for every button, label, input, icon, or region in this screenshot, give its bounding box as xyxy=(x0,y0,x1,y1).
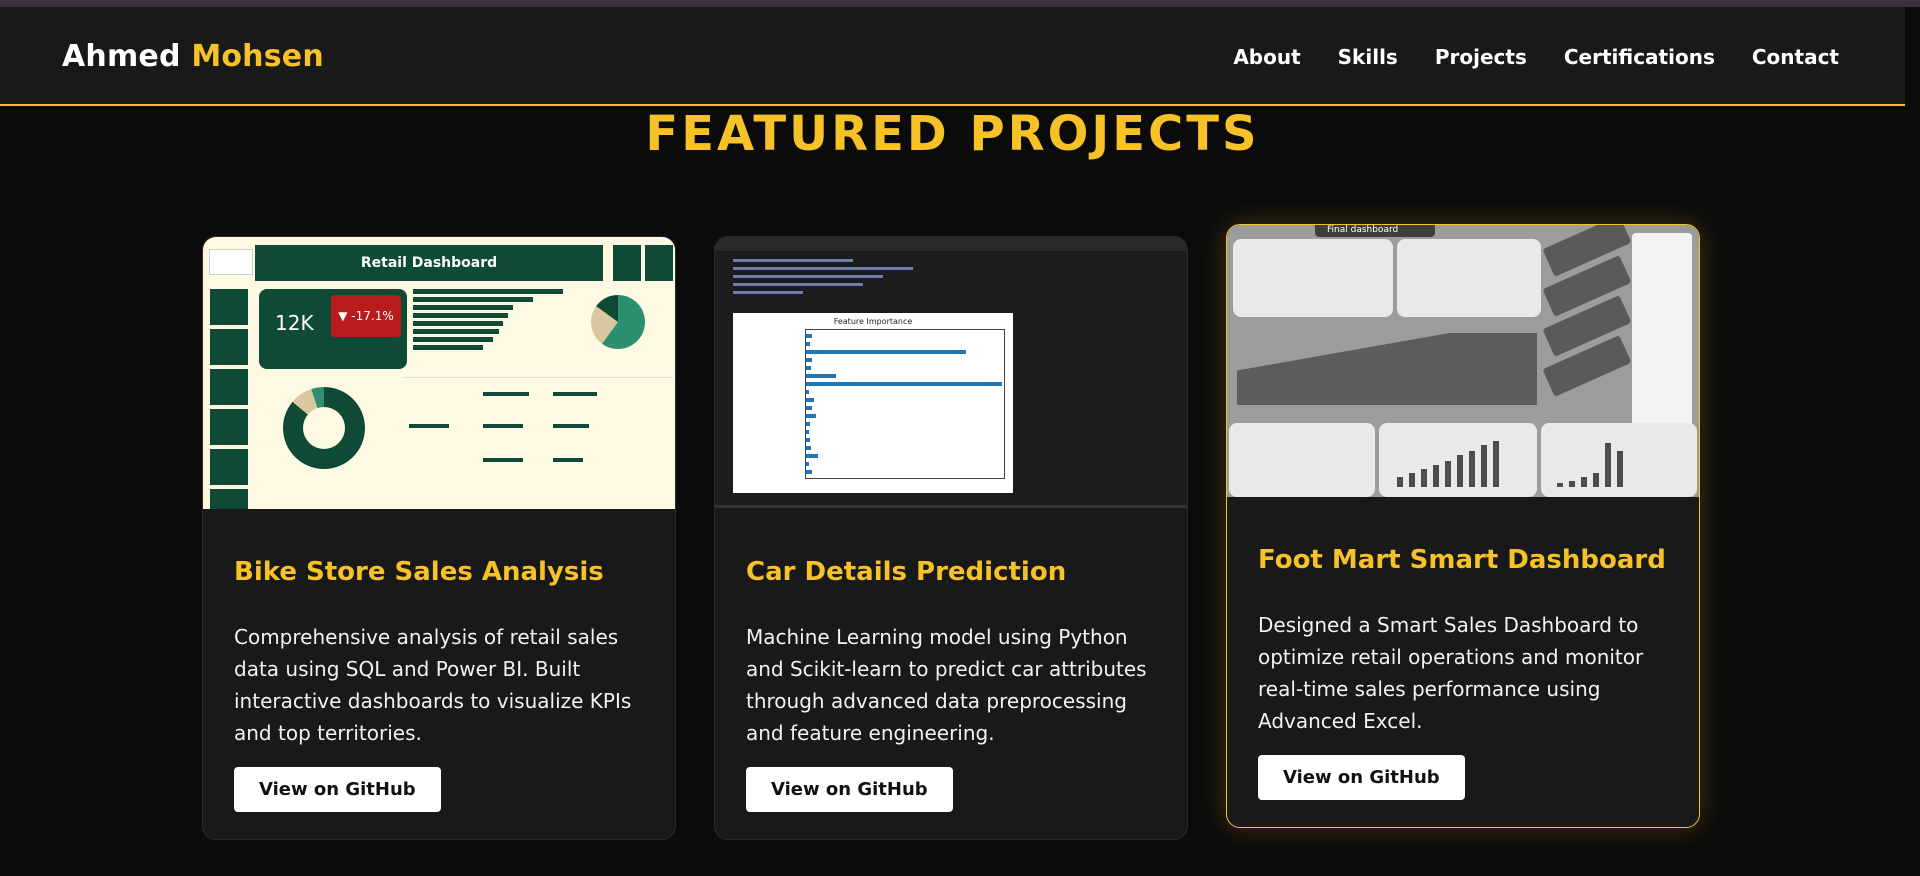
thumbnail-top-stores-bars xyxy=(1397,437,1499,487)
project-thumbnail-retail-dashboard: Retail Dashboard 12K ▼ -17.1% xyxy=(203,237,675,509)
thumbnail-code-lines xyxy=(733,259,1173,299)
thumbnail-donut-chart xyxy=(283,387,365,469)
thumbnail-editor-toolbar xyxy=(715,237,1187,251)
project-description: Comprehensive analysis of retail sales d… xyxy=(234,625,632,745)
view-on-github-button[interactable]: View on GitHub xyxy=(1258,755,1465,800)
project-description: Machine Learning model using Python and … xyxy=(746,625,1147,745)
thumbnail-divider xyxy=(715,505,1187,508)
nav-link-contact[interactable]: Contact xyxy=(1752,45,1839,69)
nav-link-skills[interactable]: Skills xyxy=(1338,45,1398,69)
thumbnail-kpi-value: 12K xyxy=(275,311,314,335)
project-title: Foot Mart Smart Dashboard xyxy=(1258,545,1666,575)
site-logo[interactable]: Ahmed Mohsen xyxy=(62,39,324,74)
project-title: Bike Store Sales Analysis xyxy=(234,557,604,587)
main-nav: About Skills Projects Certifications Con… xyxy=(1233,45,1839,69)
thumbnail-pie-chart xyxy=(591,295,645,349)
project-card-car-details: Feature Importance Car Details Predictio… xyxy=(714,236,1188,840)
logo-last-name: Mohsen xyxy=(191,39,324,74)
thumbnail-region-area-chart xyxy=(1237,333,1537,405)
thumbnail-region-panel xyxy=(1229,423,1375,497)
nav-link-projects[interactable]: Projects xyxy=(1435,45,1527,69)
view-on-github-button[interactable]: View on GitHub xyxy=(746,767,953,812)
thumbnail-decomposition-tree xyxy=(403,377,673,487)
thumbnail-filter-pane xyxy=(1632,233,1692,429)
thumbnail-transaction-panel xyxy=(1397,239,1541,317)
plot-title: Feature Importance xyxy=(833,317,913,326)
thumbnail-sales-panel xyxy=(1233,239,1393,317)
thumbnail-store-type-bars xyxy=(1557,437,1623,487)
nav-link-certifications[interactable]: Certifications xyxy=(1564,45,1715,69)
navbar: Ahmed Mohsen About Skills Projects Certi… xyxy=(0,7,1905,106)
thumbnail-sidebar xyxy=(210,289,248,509)
project-thumbnail-excel-dashboard: Final dashboard xyxy=(1227,225,1699,497)
project-card-bike-store: Retail Dashboard 12K ▼ -17.1% Bike Store… xyxy=(202,236,676,840)
project-description: Designed a Smart Sales Dashboard to opti… xyxy=(1258,613,1644,733)
project-card-foot-mart: Final dashboard Foot Mart Smart Dashboar… xyxy=(1226,224,1700,828)
section-title: FEATURED PROJECTS xyxy=(645,106,1260,162)
thumbnail-header: Final dashboard xyxy=(1327,225,1399,235)
thumbnail-badges xyxy=(613,245,673,281)
thumbnail-bar-chart xyxy=(413,289,573,369)
thumbnail-header: Retail Dashboard xyxy=(255,245,603,281)
dashboard-logo-image xyxy=(209,249,253,275)
thumbnail-kpi-tiles xyxy=(1542,225,1632,397)
thumbnail-feature-importance-plot: Feature Importance xyxy=(733,313,1013,493)
plot-axis-area xyxy=(805,329,1005,479)
project-thumbnail-feature-importance: Feature Importance xyxy=(715,237,1187,509)
logo-first-name: Ahmed xyxy=(62,39,181,74)
nav-link-about[interactable]: About xyxy=(1233,45,1300,69)
browser-top-strip xyxy=(0,0,1920,7)
project-title: Car Details Prediction xyxy=(746,557,1067,587)
thumbnail-kpi-change: ▼ -17.1% xyxy=(331,295,401,337)
view-on-github-button[interactable]: View on GitHub xyxy=(234,767,441,812)
